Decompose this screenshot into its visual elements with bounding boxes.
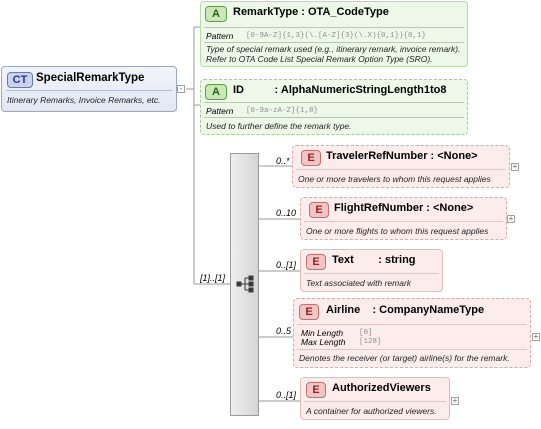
element-badge: E xyxy=(309,202,329,218)
attribute-badge: A xyxy=(205,84,227,100)
element-badge: E xyxy=(301,150,321,166)
element-cardinality: 0..5 xyxy=(276,326,292,336)
pattern-value: [0-9A-Z]{1,3}(\.[A-Z]{3}(\.X){0,1}){0,1} xyxy=(246,32,427,40)
element-doc: Text associated with remark xyxy=(306,278,412,288)
attribute-doc: Used to further define the remark type. xyxy=(206,121,352,131)
element-title: TravelerRefNumber : <None> xyxy=(326,150,478,162)
element-separator xyxy=(297,349,527,350)
element-text[interactable]: E Text : string Text associated with rem… xyxy=(300,249,443,292)
facet-label: Max Length xyxy=(301,337,346,347)
attribute-separator xyxy=(204,42,464,43)
attribute-remarktype[interactable]: A RemarkType : OTA_CodeType Pattern [0-9… xyxy=(200,1,468,67)
element-separator xyxy=(297,324,527,325)
element-separator xyxy=(304,273,439,274)
element-doc: A container for authorized viewers. xyxy=(306,406,437,416)
element-badge: E xyxy=(299,304,319,320)
attribute-badge: A xyxy=(205,6,227,22)
attribute-id[interactable]: A ID : AlphaNumericStringLength1to8 Patt… xyxy=(200,79,468,135)
expand-toggle[interactable]: + xyxy=(451,397,459,405)
attribute-title: ID : AlphaNumericStringLength1to8 xyxy=(233,84,447,96)
complex-type-box[interactable]: CT SpecialRemarkType Itinerary Remarks, … xyxy=(1,66,177,112)
expand-toggle[interactable]: + xyxy=(532,333,540,341)
sequence-compositor[interactable] xyxy=(230,153,259,416)
expand-toggle[interactable]: + xyxy=(511,163,519,171)
sequence-icon xyxy=(236,275,254,293)
element-cardinality: 0..* xyxy=(276,156,290,166)
element-cardinality: 0..[1] xyxy=(276,390,297,400)
complex-type-name: SpecialRemarkType xyxy=(36,72,145,84)
expand-toggle[interactable]: + xyxy=(507,215,515,223)
element-flightrefnumber[interactable]: E FlightRefNumber : <None> One or more f… xyxy=(300,197,507,240)
element-doc: One or more flights to whom this request… xyxy=(306,226,489,236)
element-travelerrefnumber[interactable]: E TravelerRefNumber : <None> One or more… xyxy=(292,145,510,188)
element-doc: One or more travelers to whom this reque… xyxy=(298,174,491,184)
element-title: AuthorizedViewers xyxy=(332,382,431,394)
element-separator xyxy=(304,221,503,222)
element-separator xyxy=(296,169,506,170)
element-title: FlightRefNumber : <None> xyxy=(334,202,474,214)
attribute-title: RemarkType : OTA_CodeType xyxy=(233,6,389,18)
facet-value: [0] xyxy=(359,329,373,337)
attribute-doc: Type of special remark used (e.g., itine… xyxy=(206,44,461,64)
element-title: Airline : CompanyNameType xyxy=(326,304,485,316)
element-title: Text : string xyxy=(332,254,416,266)
ct-collapse-toggle[interactable]: - xyxy=(177,85,185,93)
complex-type-doc: Itinerary Remarks, Invoice Remarks, etc. xyxy=(7,95,161,105)
element-badge: E xyxy=(306,382,326,398)
attribute-separator xyxy=(204,117,464,118)
element-authorizedviewers[interactable]: E AuthorizedViewers A container for auth… xyxy=(300,377,450,420)
pattern-label: Pattern xyxy=(206,106,234,116)
facet-value: [128] xyxy=(359,338,382,346)
element-doc: Denotes the receiver (or target) airline… xyxy=(299,353,510,363)
ct-badge: CT xyxy=(7,72,33,88)
element-separator xyxy=(304,401,446,402)
attribute-separator xyxy=(204,102,464,103)
ct-separator xyxy=(6,90,172,91)
attribute-separator xyxy=(204,27,464,28)
element-cardinality: 0..10 xyxy=(276,208,297,218)
element-airline[interactable]: E Airline : CompanyNameType Min Length [… xyxy=(293,298,531,368)
element-badge: E xyxy=(306,254,326,270)
pattern-value: [0-9a-zA-Z]{1,8} xyxy=(246,107,319,115)
element-cardinality: 0..[1] xyxy=(276,260,297,270)
sequence-cardinality: [1]..[1] xyxy=(200,273,226,283)
pattern-label: Pattern xyxy=(206,31,234,41)
